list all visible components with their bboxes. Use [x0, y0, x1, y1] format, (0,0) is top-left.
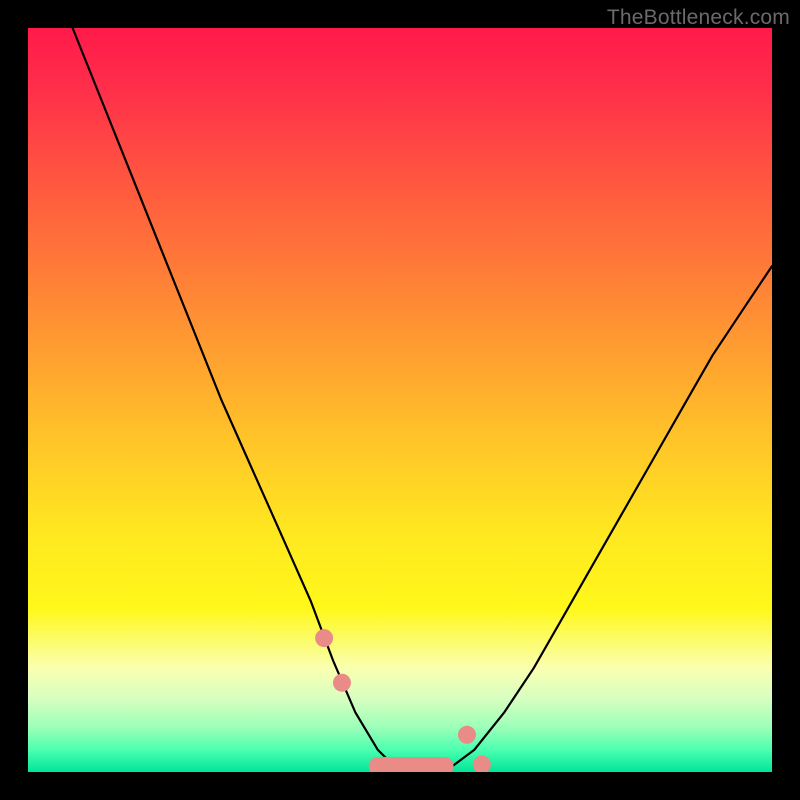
bottleneck-curve	[73, 28, 772, 772]
watermark-text: TheBottleneck.com	[607, 6, 790, 30]
chart-frame: TheBottleneck.com	[0, 0, 800, 800]
curve-layer	[28, 28, 772, 772]
marker-left	[333, 674, 351, 692]
marker-right	[458, 726, 476, 744]
marker-right	[473, 756, 491, 772]
plot-area	[28, 28, 772, 772]
marker-left	[315, 629, 333, 647]
